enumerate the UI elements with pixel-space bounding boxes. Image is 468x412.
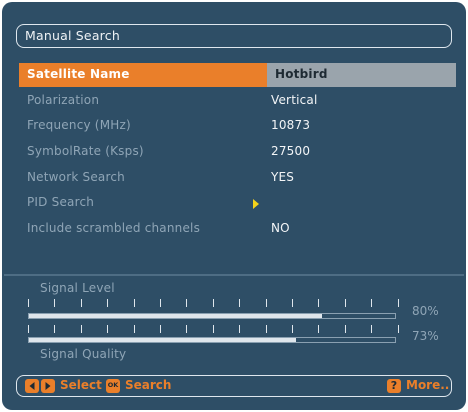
scale-tick (28, 325, 29, 333)
help-label: ? (390, 379, 398, 392)
scale-tick (160, 299, 161, 307)
scale-tick (265, 299, 267, 307)
scale-tick (239, 325, 241, 333)
scale-tick (28, 299, 29, 307)
row-label: Include scrambled channels (27, 221, 201, 236)
scale-tick (292, 325, 293, 333)
scale-tick (54, 325, 56, 333)
row-value[interactable]: Vertical (271, 93, 318, 107)
select-hint: Select (60, 378, 102, 392)
scale-tick (292, 299, 293, 307)
row-satellite-name[interactable]: Satellite Name Hotbird (19, 63, 456, 89)
row-label: Frequency (MHz) (27, 118, 131, 133)
ok-button-icon: OK (106, 379, 120, 393)
manual-search-window: Manual Search Satellite Name Hotbird Pol… (2, 2, 466, 410)
row-include-scrambled[interactable]: Include scrambled channels NO (19, 217, 456, 243)
scale-tick (160, 325, 161, 333)
row-network-search[interactable]: Network Search YES (19, 166, 456, 192)
title-bar: Manual Search (16, 24, 452, 48)
row-pid-search[interactable]: PID Search (19, 191, 456, 217)
row-value[interactable]: 27500 (271, 144, 310, 158)
scale-tick (397, 299, 399, 307)
scale-tick (133, 325, 135, 333)
scale-tick (80, 325, 82, 333)
row-value[interactable]: 10873 (271, 118, 310, 132)
signal-level-bar (28, 313, 396, 319)
signal-level-scale (28, 299, 400, 309)
signal-level-percent: 80% (412, 304, 439, 318)
scale-tick (318, 299, 320, 307)
scale-tick (344, 299, 346, 307)
signal-quality-bar (28, 337, 396, 343)
scale-tick (107, 325, 109, 333)
row-symbol-rate[interactable]: SymbolRate (Ksps) 27500 (19, 140, 456, 166)
scale-tick (54, 299, 56, 307)
scale-tick (371, 299, 373, 307)
scale-tick (212, 325, 214, 333)
row-value[interactable]: YES (271, 170, 294, 184)
row-frequency[interactable]: Frequency (MHz) 10873 (19, 114, 456, 140)
page-title: Manual Search (25, 28, 120, 43)
scale-tick (371, 325, 373, 333)
scale-tick (239, 299, 241, 307)
scale-tick (212, 299, 214, 307)
scale-tick (265, 325, 267, 333)
scale-tick (107, 299, 109, 307)
row-label: PID Search (27, 195, 95, 210)
row-label: Satellite Name (27, 67, 130, 81)
scale-tick (80, 299, 82, 307)
right-arrow-icon (41, 379, 55, 393)
signal-quality-fill (29, 338, 297, 342)
left-arrow-icon (25, 379, 39, 393)
scale-tick (344, 325, 346, 333)
row-value[interactable]: Hotbird (275, 67, 328, 81)
divider (4, 274, 464, 276)
signal-quality-scale (28, 325, 400, 335)
row-label: SymbolRate (Ksps) (27, 144, 144, 159)
row-polarization[interactable]: Polarization Vertical (19, 89, 456, 115)
help-icon: ? (387, 379, 401, 393)
scale-tick (186, 325, 188, 333)
submenu-arrow-icon[interactable] (253, 199, 259, 210)
signal-quality-label: Signal Quality (40, 347, 127, 361)
more-hint[interactable]: More.. (406, 378, 449, 392)
help-bar: Select OK Search ? More.. (16, 375, 452, 397)
search-hint: Search (125, 378, 172, 392)
settings-list: Satellite Name Hotbird Polarization Vert… (19, 63, 456, 243)
row-label: Network Search (27, 169, 125, 184)
signal-level-fill (29, 314, 322, 318)
row-label: Polarization (27, 92, 100, 107)
ok-label: OK (107, 381, 119, 389)
row-value[interactable]: NO (271, 221, 290, 235)
signal-quality-percent: 73% (412, 329, 439, 343)
scale-tick (133, 299, 135, 307)
scale-tick (397, 325, 399, 333)
scale-tick (186, 299, 188, 307)
signal-level-label: Signal Level (40, 281, 115, 295)
scale-tick (318, 325, 320, 333)
